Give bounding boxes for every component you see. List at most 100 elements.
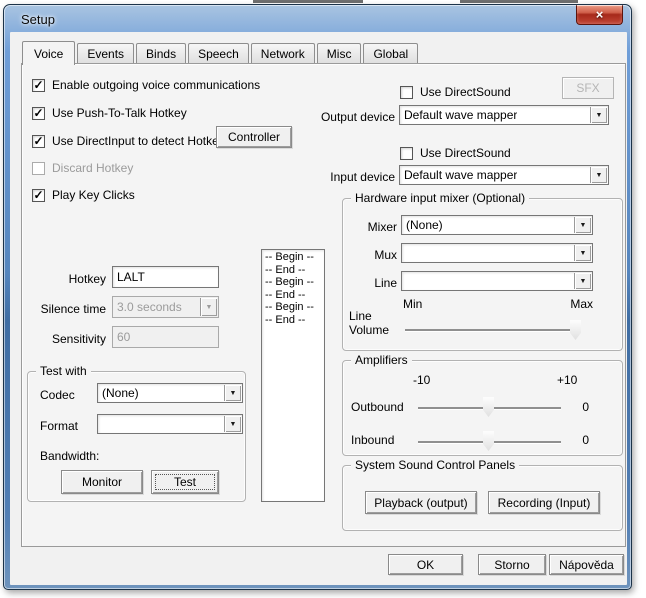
group-title: Hardware input mixer (Optional) <box>351 191 529 205</box>
outbound-value: 0 <box>569 400 589 414</box>
mux-select[interactable]: ▼ <box>401 243 593 263</box>
silence-time-value: 3.0 seconds <box>113 300 182 314</box>
sensitivity-label: Sensitivity <box>30 332 106 346</box>
checkbox-label: Use DirectSound <box>420 85 511 99</box>
tab-voice[interactable]: Voice <box>22 41 75 65</box>
focus-rect <box>155 474 215 490</box>
list-item[interactable]: -- End -- <box>265 264 324 277</box>
list-item[interactable]: -- Begin -- <box>265 251 324 264</box>
recording-input-button[interactable]: Recording (Input) <box>488 491 600 514</box>
voice-events-listbox[interactable]: -- Begin -- -- End -- -- Begin -- -- End… <box>261 249 325 502</box>
line-select[interactable]: ▼ <box>401 271 593 291</box>
close-icon: × <box>596 8 604 21</box>
checkbox-box-icon: ✓ <box>32 107 45 120</box>
line-volume-thumb[interactable] <box>570 320 581 340</box>
setup-dialog: Setup × Voice Events Binds Speech Networ… <box>3 4 632 590</box>
test-button[interactable]: Test <box>151 470 219 494</box>
checkbox-directinput[interactable]: ✓ Use DirectInput to detect Hotkey <box>32 134 225 148</box>
outbound-thumb[interactable] <box>483 397 494 417</box>
tab-page-voice: ✓ Enable outgoing voice communications ✓… <box>21 63 626 547</box>
background-text-fragment <box>253 0 363 3</box>
amp-min-label: -10 <box>413 373 430 387</box>
tab-network[interactable]: Network <box>251 43 315 64</box>
help-button[interactable]: Nápověda <box>549 554 624 575</box>
titlebar[interactable]: Setup × <box>4 5 631 32</box>
line-volume-track[interactable] <box>405 329 581 331</box>
ok-button[interactable]: OK <box>388 554 463 575</box>
controller-button[interactable]: Controller <box>216 126 292 148</box>
dropdown-arrow-icon[interactable]: ▼ <box>590 167 607 183</box>
checkbox-label: Enable outgoing voice communications <box>52 78 260 92</box>
sfx-button: SFX <box>562 77 614 99</box>
close-button[interactable]: × <box>576 5 623 25</box>
list-item[interactable]: -- Begin -- <box>265 276 324 289</box>
max-label: Max <box>553 297 593 311</box>
format-label: Format <box>40 419 78 433</box>
tab-events[interactable]: Events <box>77 43 134 64</box>
group-title: Amplifiers <box>351 353 412 367</box>
dropdown-arrow-icon[interactable]: ▼ <box>224 416 241 432</box>
checkbox-discard-hotkey: Discard Hotkey <box>32 161 133 175</box>
group-title: System Sound Control Panels <box>351 458 519 472</box>
monitor-button[interactable]: Monitor <box>61 470 143 494</box>
checkbox-label: Use DirectSound <box>420 146 511 160</box>
tab-binds[interactable]: Binds <box>136 43 186 64</box>
dropdown-arrow-icon[interactable]: ▼ <box>224 385 241 401</box>
mixer-select[interactable]: (None) ▼ <box>401 215 593 235</box>
playback-output-button[interactable]: Playback (output) <box>365 491 477 514</box>
dropdown-arrow-icon[interactable]: ▼ <box>590 107 607 123</box>
checkbox-use-directsound-output[interactable]: Use DirectSound <box>400 85 511 99</box>
checkbox-label: Play Key Clicks <box>52 188 135 202</box>
list-item[interactable]: -- End -- <box>265 314 324 327</box>
checkbox-box-icon <box>400 147 413 160</box>
amplifiers-group: Amplifiers -10 +10 Outbound 0 Inbound 0 <box>342 360 623 456</box>
checkbox-box-icon <box>32 162 45 175</box>
silence-time-label: Silence time <box>30 302 106 316</box>
hotkey-value: LALT <box>113 270 145 284</box>
bandwidth-label: Bandwidth: <box>40 449 99 463</box>
sensitivity-value: 60 <box>113 330 130 344</box>
dropdown-arrow-icon[interactable]: ▼ <box>574 245 591 261</box>
amp-max-label: +10 <box>557 373 577 387</box>
tab-bar: Voice Events Binds Speech Network Misc G… <box>22 42 420 64</box>
tab-misc[interactable]: Misc <box>317 43 362 64</box>
dropdown-arrow-icon[interactable]: ▼ <box>574 217 591 233</box>
codec-label: Codec <box>40 388 75 402</box>
checkbox-label: Discard Hotkey <box>52 161 133 175</box>
cancel-button[interactable]: Storno <box>478 554 546 575</box>
dropdown-arrow-icon[interactable]: ▼ <box>574 273 591 289</box>
tab-global[interactable]: Global <box>363 43 418 64</box>
checkbox-enable-voice[interactable]: ✓ Enable outgoing voice communications <box>32 78 260 92</box>
silence-time-select: 3.0 seconds ▼ <box>112 296 219 318</box>
desktop-background: Setup × Voice Events Binds Speech Networ… <box>0 0 646 598</box>
inbound-thumb[interactable] <box>483 431 494 451</box>
background-text-fragment <box>460 0 578 3</box>
checkbox-use-directsound-input[interactable]: Use DirectSound <box>400 146 511 160</box>
format-select[interactable]: ▼ <box>97 414 243 434</box>
checkbox-box-icon: ✓ <box>32 189 45 202</box>
inbound-label: Inbound <box>351 433 394 447</box>
checkbox-box-icon: ✓ <box>32 79 45 92</box>
checkbox-box-icon: ✓ <box>32 135 45 148</box>
checkbox-play-key-clicks[interactable]: ✓ Play Key Clicks <box>32 188 135 202</box>
mixer-label: Mixer <box>349 220 397 234</box>
input-device-select[interactable]: Default wave mapper ▼ <box>399 165 609 185</box>
checkbox-label: Use Push-To-Talk Hotkey <box>52 106 187 120</box>
sound-panels-group: System Sound Control Panels Playback (ou… <box>342 465 623 531</box>
list-item[interactable]: -- Begin -- <box>265 301 324 314</box>
test-with-group: Test with Codec (None) ▼ Format ▼ Bandwi… <box>27 371 246 502</box>
output-device-select[interactable]: Default wave mapper ▼ <box>399 105 609 125</box>
group-title: Test with <box>36 364 91 378</box>
list-item[interactable]: -- End -- <box>265 289 324 302</box>
outbound-label: Outbound <box>351 400 404 414</box>
codec-select[interactable]: (None) ▼ <box>97 383 243 403</box>
sensitivity-input: 60 <box>112 326 219 348</box>
window-title: Setup <box>21 12 55 27</box>
tab-speech[interactable]: Speech <box>188 43 249 64</box>
checkbox-box-icon <box>400 86 413 99</box>
hotkey-input[interactable]: LALT <box>112 266 219 288</box>
min-label: Min <box>403 297 422 311</box>
checkbox-push-to-talk[interactable]: ✓ Use Push-To-Talk Hotkey <box>32 106 187 120</box>
mixer-value: (None) <box>402 218 443 232</box>
mux-label: Mux <box>349 248 397 262</box>
